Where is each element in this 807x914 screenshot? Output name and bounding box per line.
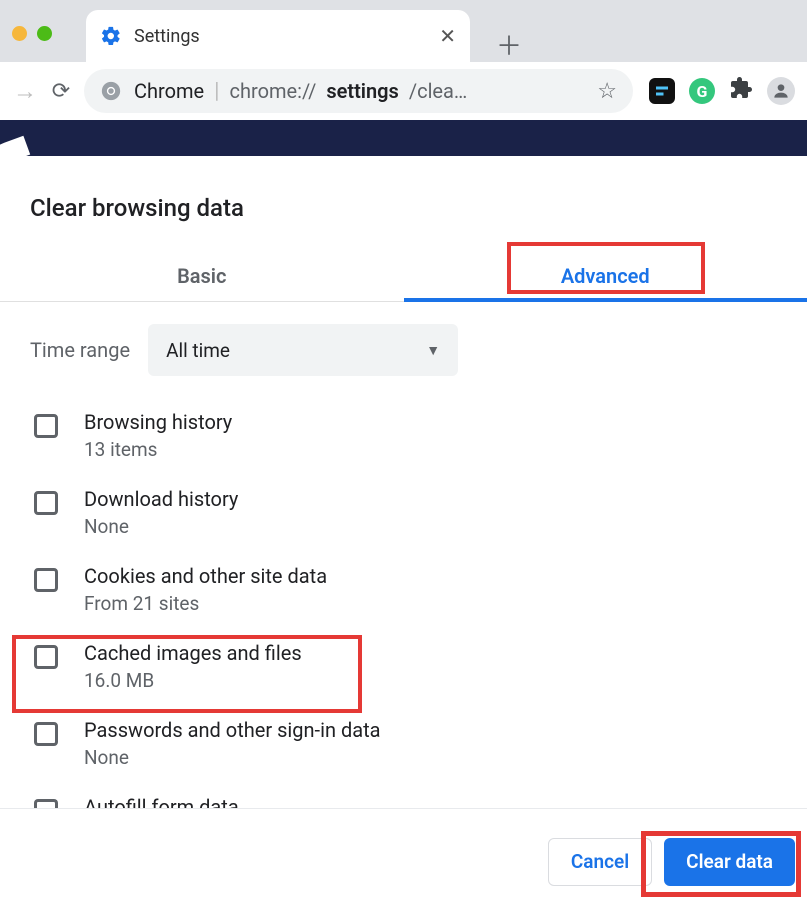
forward-button[interactable]: → xyxy=(12,77,38,106)
chevron-down-icon: ▼ xyxy=(426,342,440,359)
clear-browsing-data-dialog: Clear browsing data Basic Advanced Time … xyxy=(0,156,807,803)
tab-advanced[interactable]: Advanced xyxy=(404,250,807,301)
dialog-tabs: Basic Advanced xyxy=(0,250,807,302)
time-range-row: Time range All time ▼ xyxy=(30,324,777,376)
browser-tab-settings[interactable]: Settings ✕ xyxy=(86,10,470,62)
item-passwords[interactable]: Passwords and other sign-in data None xyxy=(30,718,777,769)
new-tab-button[interactable]: ＋ xyxy=(496,26,522,63)
tab-title: Settings xyxy=(134,26,427,47)
bookmark-star-icon[interactable]: ☆ xyxy=(597,79,617,104)
extension-icon-1[interactable] xyxy=(649,78,675,104)
item-download-history[interactable]: Download history None xyxy=(30,487,777,538)
item-cookies[interactable]: Cookies and other site data From 21 site… xyxy=(30,564,777,615)
window-tab-strip: Settings ✕ ＋ xyxy=(0,0,807,62)
item-cached-images[interactable]: Cached images and files 16.0 MB xyxy=(30,641,777,692)
checkbox[interactable] xyxy=(34,645,58,669)
extensions-puzzle-icon[interactable] xyxy=(729,76,753,106)
maximize-button[interactable] xyxy=(37,26,52,41)
gear-icon xyxy=(100,25,122,47)
checkbox[interactable] xyxy=(34,722,58,746)
close-tab-icon[interactable]: ✕ xyxy=(439,24,456,48)
time-range-label: Time range xyxy=(30,338,130,362)
item-browsing-history[interactable]: Browsing history 13 items xyxy=(30,410,777,461)
address-bar[interactable]: Chrome | chrome://settings/clea… ☆ xyxy=(84,69,633,113)
chrome-icon xyxy=(100,80,122,102)
toolbar: → ⟳ Chrome | chrome://settings/clea… ☆ G xyxy=(0,62,807,120)
traffic-lights xyxy=(12,26,52,41)
cancel-button[interactable]: Cancel xyxy=(548,838,652,886)
dialog-title: Clear browsing data xyxy=(0,184,807,250)
minimize-button[interactable] xyxy=(12,26,27,41)
reload-button[interactable]: ⟳ xyxy=(48,79,74,104)
time-range-select[interactable]: All time ▼ xyxy=(148,324,458,376)
clear-data-items: Browsing history 13 items Download histo… xyxy=(30,410,777,803)
checkbox[interactable] xyxy=(34,568,58,592)
extension-icons: G xyxy=(643,76,795,106)
profile-avatar[interactable] xyxy=(767,77,795,105)
tab-indicator xyxy=(404,298,807,302)
time-range-value: All time xyxy=(166,339,230,362)
dialog-footer: Cancel Clear data xyxy=(0,808,807,914)
checkbox[interactable] xyxy=(34,491,58,515)
grammarly-icon[interactable]: G xyxy=(689,78,715,104)
header-banner xyxy=(0,120,807,156)
checkbox[interactable] xyxy=(34,414,58,438)
url-text: Chrome | chrome://settings/clea… xyxy=(134,79,467,104)
tab-basic[interactable]: Basic xyxy=(0,250,404,301)
highlight-clear-data xyxy=(641,831,801,897)
